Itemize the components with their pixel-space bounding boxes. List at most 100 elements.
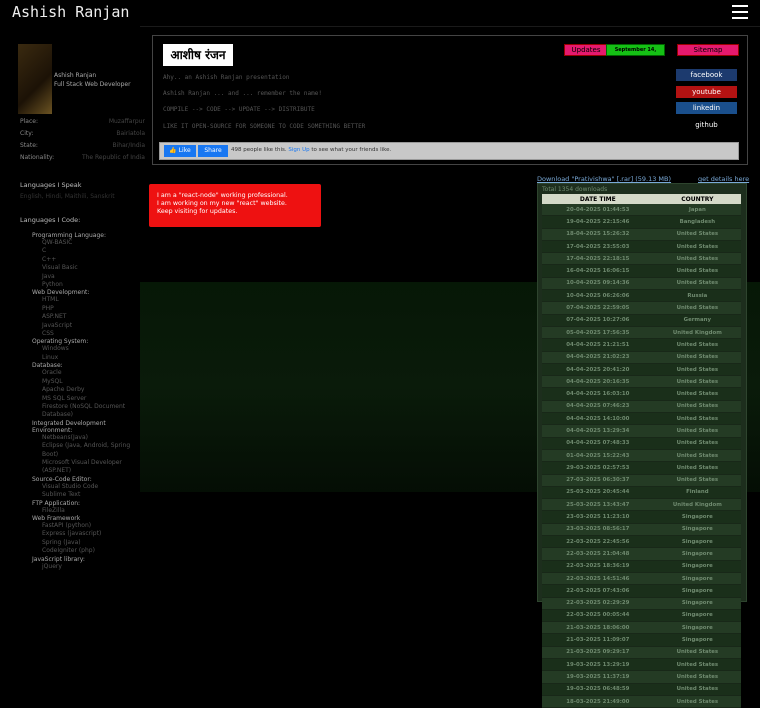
table-row: 05-04-2025 17:56:35 United Kingdom — [542, 326, 741, 340]
table-row: 19-04-2025 22:15:46 Bangladesh — [542, 215, 741, 229]
language-item: Sublime Text — [42, 491, 81, 499]
table-row: 22-03-2025 18:36:19 Singapore — [542, 560, 741, 573]
date-time-cell: 04-04-2025 20:41:20 — [542, 363, 654, 377]
language-item: MS SQL Server — [42, 394, 87, 402]
country-cell: United States — [653, 400, 741, 414]
date-time-cell: 25-03-2025 20:45:44 — [542, 486, 654, 500]
language-item: MySQL — [42, 377, 63, 385]
table-row: 25-03-2025 20:45:44 Finland — [542, 486, 741, 500]
date-time-cell: 01-04-2025 15:22:43 — [542, 449, 654, 463]
table-row: 22-03-2025 22:45:56 Singapore — [542, 535, 741, 549]
language-item: ASP.NET — [42, 313, 67, 321]
language-item: QW-BASIC — [42, 239, 73, 246]
date-time-cell: 10-04-2025 06:26:06 — [542, 289, 654, 303]
language-item: Visual Basic — [42, 264, 78, 272]
table-row: 17-04-2025 22:18:15 United States — [542, 252, 741, 266]
table-row: 04-04-2025 14:10:00 United States — [542, 412, 741, 426]
date-time-cell: 04-04-2025 20:16:35 — [542, 375, 654, 389]
table-row: 19-03-2025 06:48:59 United States — [542, 683, 741, 696]
country-cell: Finland — [653, 486, 741, 500]
update-date-badge: September 14, 2022 — [606, 44, 665, 63]
table-row: 10-04-2025 09:14:36 United States — [542, 277, 741, 291]
thumbs-up-icon: 👍 — [169, 147, 177, 154]
profile-sidebar: Ashish Ranjan Full Stack Web Developer P… — [0, 26, 145, 600]
country-cell: United States — [653, 412, 741, 426]
date-time-cell: 04-04-2025 07:48:33 — [542, 437, 654, 450]
country-cell: United States — [653, 338, 741, 352]
hamburger-menu-icon[interactable] — [732, 5, 748, 19]
place-value: Muzaffarpur — [108, 118, 145, 125]
table-row: 22-03-2025 02:29:29 Singapore — [542, 597, 741, 610]
city-value: Bairiatola — [116, 130, 145, 137]
city-label: City: — [20, 130, 34, 137]
download-total: Total 1354 downloads — [542, 186, 608, 193]
table-row: 22-03-2025 21:04:48 Singapore — [542, 547, 741, 561]
date-time-header: DATE TIME — [542, 194, 654, 204]
country-cell: Singapore — [653, 560, 741, 573]
date-time-cell: 22-03-2025 07:43:06 — [542, 584, 654, 598]
table-row: 01-04-2025 15:22:43 United States — [542, 449, 741, 463]
table-row: 04-04-2025 20:16:35 United States — [542, 375, 741, 389]
notice-line-2: I am working on my new "react" website. — [157, 200, 287, 207]
nationality-row: Nationality: The Republic of India — [20, 154, 145, 161]
details-link[interactable]: get details here — [698, 175, 749, 183]
date-time-cell: 22-03-2025 21:04:48 — [542, 547, 654, 561]
updates-button[interactable]: Updates — [564, 44, 608, 56]
date-time-cell: 17-04-2025 22:18:15 — [542, 252, 654, 266]
country-cell: Singapore — [653, 609, 741, 623]
notice-line-1: I am a "react-node" working professional… — [157, 192, 288, 199]
download-link[interactable]: Download "Prativishwa" [.rar] (59.13 MB) — [537, 175, 671, 183]
language-item: jQuery — [42, 562, 62, 570]
language-item: Python — [42, 281, 63, 289]
date-time-cell: 04-04-2025 07:46:23 — [542, 400, 654, 414]
table-row: 27-03-2025 06:30:37 United States — [542, 474, 741, 487]
language-category: Operating System: — [32, 338, 89, 346]
language-category: Integrated Development Environment: — [32, 419, 106, 434]
table-row: 21-03-2025 11:09:07 Singapore — [542, 633, 741, 647]
sitemap-button[interactable]: Sitemap — [677, 44, 739, 56]
date-time-cell: 18-04-2025 15:26:32 — [542, 228, 654, 241]
country-cell: United States — [653, 264, 741, 278]
country-cell: United States — [653, 670, 741, 684]
country-cell: United States — [653, 363, 741, 377]
table-row: 16-04-2025 16:06:15 United States — [542, 264, 741, 278]
date-time-cell: 19-03-2025 11:37:19 — [542, 670, 654, 684]
date-time-cell: 22-03-2025 00:05:44 — [542, 609, 654, 623]
language-item: FastAPI (python) — [42, 521, 92, 529]
date-time-cell: 07-04-2025 22:59:05 — [542, 301, 654, 315]
date-time-cell: 16-04-2025 16:06:15 — [542, 264, 654, 278]
fb-signup-link[interactable]: Sign Up — [288, 147, 309, 153]
date-time-cell: 23-03-2025 11:23:10 — [542, 510, 654, 524]
facebook-like-widget: 👍 Like Share 498 people like this. Sign … — [159, 142, 739, 160]
site-brand[interactable]: Ashish Ranjan — [12, 3, 129, 21]
country-cell: United States — [653, 449, 741, 463]
country-cell: United States — [653, 301, 741, 315]
city-row: City: Bairiatola — [20, 130, 145, 137]
table-row: 22-03-2025 14:51:46 Singapore — [542, 572, 741, 586]
country-cell: United States — [653, 351, 741, 364]
language-item: C++ — [42, 255, 57, 263]
place-row: Place: Muzaffarpur — [20, 118, 145, 125]
country-cell: Bangladesh — [653, 215, 741, 229]
language-category: FTP Application: — [32, 499, 81, 507]
table-row: 21-03-2025 09:29:17 United States — [542, 646, 741, 659]
fb-like-button[interactable]: 👍 Like — [164, 145, 196, 157]
language-item: CodeIgniter (php) — [42, 547, 95, 555]
table-row: 04-04-2025 07:46:23 United States — [542, 400, 741, 414]
facebook-link[interactable]: facebook — [676, 69, 737, 81]
country-cell: United States — [653, 646, 741, 659]
date-time-cell: 25-03-2025 13:43:47 — [542, 498, 654, 512]
language-item: PHP — [42, 304, 54, 312]
country-cell: United States — [653, 252, 741, 266]
intro-line-3: COMPILE --> CODE --> UPDATE --> DISTRIBU… — [163, 106, 315, 113]
top-navbar: Ashish Ranjan — [0, 0, 760, 27]
linkedin-link[interactable]: linkedin — [676, 102, 737, 114]
profile-role: Full Stack Web Developer — [54, 81, 131, 88]
state-label: State: — [20, 142, 38, 149]
language-category: JavaScript library: — [32, 555, 85, 563]
table-row: 29-03-2025 02:57:53 United States — [542, 461, 741, 475]
fb-share-button[interactable]: Share — [198, 145, 228, 157]
date-time-cell: 19-03-2025 06:48:59 — [542, 683, 654, 696]
github-link[interactable]: github — [676, 119, 737, 131]
youtube-link[interactable]: youtube — [676, 86, 737, 98]
